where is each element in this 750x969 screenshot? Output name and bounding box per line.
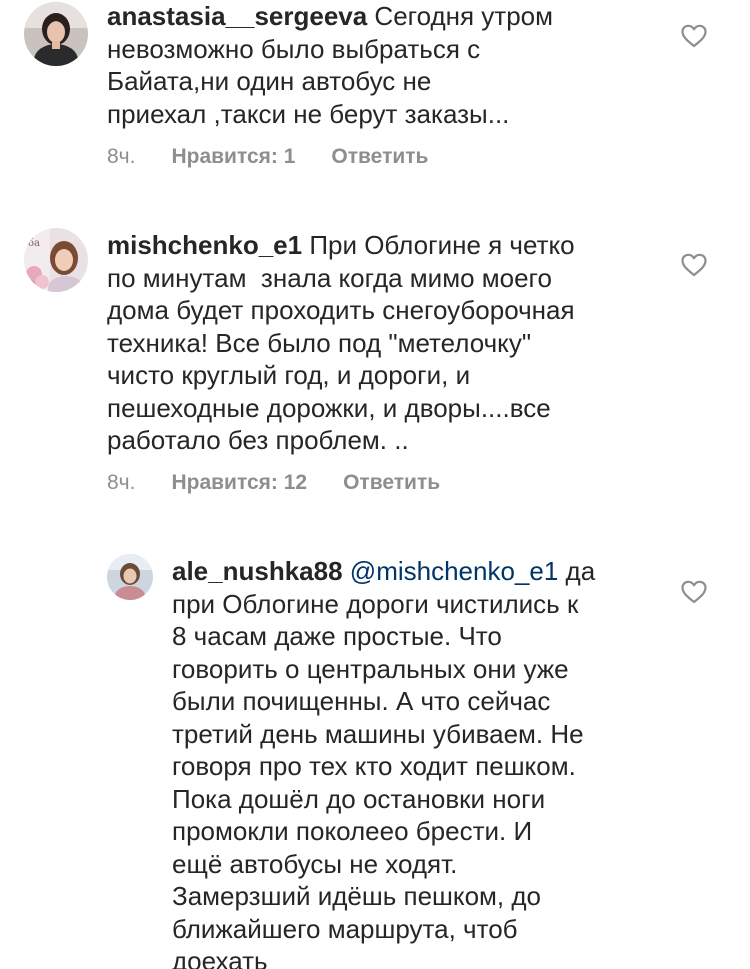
avatar-photo (24, 2, 88, 66)
comment-meta: 8ч. Нравится: 1 Ответить (107, 145, 428, 169)
mention-link[interactable]: @mishchenko_e1 (350, 556, 559, 586)
heart-outline-icon[interactable] (681, 253, 707, 277)
heart-outline-icon[interactable] (681, 24, 707, 48)
comment-meta: 8ч. Нравится: 12 Ответить (107, 471, 440, 495)
reply-button[interactable]: Ответить (331, 145, 428, 169)
svg-text:ба: ба (28, 238, 40, 249)
avatar-photo (107, 554, 153, 600)
comment-body: да при Облогине дороги чистились к 8 час… (172, 556, 596, 969)
likes-count-link[interactable]: Нравится: 12 (171, 471, 307, 495)
comment-text: anastasia__sergeeva Сегодня утром невозм… (107, 0, 667, 130)
avatar[interactable]: ба (24, 228, 88, 292)
comment-username[interactable]: ale_nushka88 (172, 556, 343, 586)
comment-username[interactable]: mishchenko_e1 (107, 230, 302, 260)
comment-text: ale_nushka88 @mishchenko_e1 да при Облог… (172, 555, 672, 969)
comment-username[interactable]: anastasia__sergeeva (107, 1, 367, 31)
comment-time: 8ч. (107, 145, 136, 168)
comment-time: 8ч. (107, 471, 136, 494)
comment-text: mishchenko_e1 При Облогине я четко по ми… (107, 229, 667, 457)
avatar[interactable] (24, 2, 88, 66)
comments-screen: anastasia__sergeeva Сегодня утром невозм… (0, 0, 750, 969)
reply-button[interactable]: Ответить (343, 471, 440, 495)
comment-space (343, 556, 350, 586)
avatar[interactable] (107, 554, 153, 600)
comment-body: При Облогине я четко по минутам знала ко… (107, 230, 575, 455)
heart-outline-icon[interactable] (681, 580, 707, 604)
avatar-photo: ба (24, 228, 88, 292)
likes-count-link[interactable]: Нравится: 1 (171, 145, 295, 169)
